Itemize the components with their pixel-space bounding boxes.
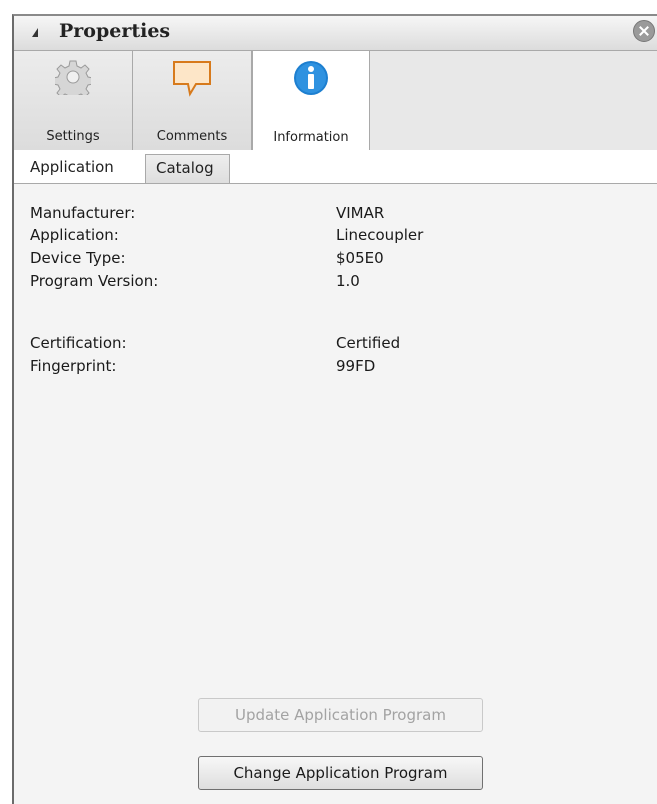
- tab-information[interactable]: Information: [252, 51, 370, 151]
- collapse-triangle-icon[interactable]: [32, 28, 38, 37]
- tab-comments-label: Comments: [156, 129, 228, 144]
- big-tab-bar: Settings Comments Information: [14, 51, 657, 151]
- info-value: Certified: [336, 334, 401, 352]
- info-key: Fingerprint:: [30, 357, 117, 375]
- sub-tab-bar: Application Catalog: [14, 150, 657, 184]
- update-application-program-button[interactable]: Update Application Program: [198, 698, 483, 732]
- info-value: VIMAR: [336, 204, 385, 222]
- info-key: Manufacturer:: [30, 204, 136, 222]
- tab-settings-label: Settings: [46, 129, 100, 144]
- tab-application[interactable]: Application: [20, 154, 144, 183]
- properties-panel: Properties Settings Comments Information…: [12, 14, 657, 804]
- information-content: Manufacturer: VIMAR Application: Linecou…: [14, 184, 657, 804]
- title-bar: Properties: [14, 16, 657, 51]
- info-value: 1.0: [336, 272, 360, 290]
- tab-settings[interactable]: Settings: [14, 51, 133, 150]
- change-application-program-button[interactable]: Change Application Program: [198, 756, 483, 790]
- gear-icon: [52, 59, 94, 102]
- info-key: Program Version:: [30, 272, 159, 290]
- info-value: $05E0: [336, 249, 384, 267]
- tab-catalog[interactable]: Catalog: [145, 154, 230, 183]
- panel-title: Properties: [59, 20, 171, 42]
- info-key: Application:: [30, 226, 119, 244]
- comment-icon: [172, 59, 212, 101]
- info-icon: [292, 59, 330, 101]
- info-key: Certification:: [30, 334, 127, 352]
- tab-comments[interactable]: Comments: [133, 51, 252, 150]
- info-value: Linecoupler: [336, 226, 424, 244]
- info-value: 99FD: [336, 357, 376, 375]
- info-key: Device Type:: [30, 249, 126, 267]
- tab-information-label: Information: [273, 130, 349, 145]
- close-icon[interactable]: [633, 20, 655, 42]
